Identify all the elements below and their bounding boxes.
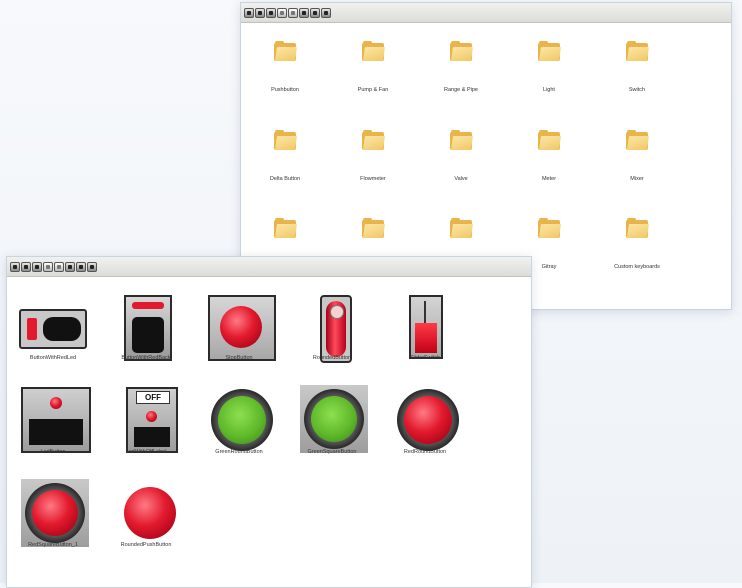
control-item-red-flat[interactable]: RoundedPushButton bbox=[100, 477, 192, 567]
control-item-slider-switch[interactable]: SliderSwitch bbox=[379, 291, 471, 381]
folder-item[interactable]: Meter bbox=[505, 130, 593, 182]
control-item-green-round[interactable]: GreenRoundButton bbox=[193, 383, 285, 473]
control-label: RoundedPushButton bbox=[120, 542, 172, 548]
folder-item[interactable]: Pushbutton bbox=[241, 41, 329, 93]
properties-icon[interactable] bbox=[54, 261, 64, 272]
folder-item[interactable]: Delta Button bbox=[241, 130, 329, 182]
folder-icon bbox=[274, 130, 297, 150]
control-label: GreenRoundButton bbox=[215, 449, 263, 455]
folder-icon bbox=[626, 41, 649, 61]
folder-item[interactable]: Pump & Fan bbox=[329, 41, 417, 93]
folder-icon bbox=[626, 218, 649, 238]
control-item-red-round[interactable]: RedRoundButton bbox=[379, 383, 471, 473]
grid-icon[interactable] bbox=[65, 261, 75, 272]
folder-icon bbox=[538, 130, 561, 150]
folder-item[interactable]: Range & Pipe bbox=[417, 41, 505, 93]
control-item-red-mushroom-square[interactable]: StopButton bbox=[193, 291, 285, 381]
save-icon[interactable] bbox=[21, 261, 31, 272]
print-preview-icon[interactable] bbox=[76, 261, 86, 272]
folder-label: Flowmeter bbox=[360, 176, 386, 182]
control-label: SliderSwitch bbox=[409, 355, 441, 361]
folder-icon bbox=[362, 130, 385, 150]
folder-icon bbox=[538, 218, 561, 238]
control-label: LedWithOffLabel bbox=[125, 449, 167, 455]
folder-icon bbox=[450, 218, 473, 238]
save-icon[interactable] bbox=[255, 7, 265, 18]
control-library-window: ButtonWithRedLed ButtonWithRedBack StopBut… bbox=[6, 256, 532, 588]
refresh-icon[interactable] bbox=[87, 261, 97, 272]
control-label: ButtonWithRedLed bbox=[29, 355, 77, 361]
off-label: OFF bbox=[136, 391, 170, 404]
refresh-icon[interactable] bbox=[321, 7, 331, 18]
folder-item[interactable]: Flowmeter bbox=[329, 130, 417, 182]
control-item-red-square[interactable]: RedSquareButton_1 bbox=[7, 477, 99, 567]
paste-icon[interactable] bbox=[277, 7, 287, 18]
control-item-red-black-stack[interactable]: ButtonWithRedBack bbox=[100, 291, 192, 381]
folder-item[interactable]: Valve bbox=[417, 130, 505, 182]
folder-label: Delta Button bbox=[269, 176, 301, 182]
control-item-green-square[interactable]: GreenSquareButton bbox=[286, 383, 378, 473]
control-label: RedRoundButton bbox=[403, 449, 447, 455]
control-label: RedSquareButton_1 bbox=[28, 542, 78, 548]
control-label: StopButton bbox=[225, 355, 253, 361]
copy-icon[interactable] bbox=[266, 7, 276, 18]
folder-icon bbox=[362, 41, 385, 61]
folder-label: Pump & Fan bbox=[357, 87, 389, 93]
control-label: RoundedButton bbox=[312, 355, 352, 361]
control-item-red-capsule[interactable]: RoundedButton bbox=[286, 291, 378, 381]
folder-icon bbox=[450, 130, 473, 150]
folder-icon bbox=[274, 218, 297, 238]
folder-label: Switch bbox=[628, 87, 646, 93]
folder-icon bbox=[362, 218, 385, 238]
folder-item[interactable]: Light bbox=[505, 41, 593, 93]
folder-label: Custom keyboards bbox=[614, 264, 660, 270]
printer-icon[interactable] bbox=[10, 261, 20, 272]
folder-browser-toolbar bbox=[241, 3, 731, 23]
folder-icon bbox=[450, 41, 473, 61]
folder-label: Light bbox=[543, 87, 555, 93]
control-label: ButtonWithRedBack bbox=[121, 355, 171, 361]
folder-label: Range & Pipe bbox=[444, 87, 478, 93]
properties-icon[interactable] bbox=[288, 7, 298, 18]
folder-icon bbox=[626, 130, 649, 150]
control-item-led-box[interactable]: LedButton bbox=[7, 383, 99, 473]
printer-icon[interactable] bbox=[244, 7, 254, 18]
folder-label: Mixer bbox=[630, 176, 644, 182]
control-label: GreenSquareButton bbox=[307, 449, 357, 455]
folder-item[interactable]: Switch bbox=[593, 41, 681, 93]
folder-item[interactable]: Custom keyboards bbox=[593, 218, 681, 270]
copy-icon[interactable] bbox=[32, 261, 42, 272]
folder-label: Meter bbox=[541, 176, 557, 182]
control-item-off-led-box[interactable]: OFF LedWithOffLabel bbox=[100, 383, 192, 473]
folder-label: Pushbutton bbox=[271, 87, 299, 93]
print-preview-icon[interactable] bbox=[310, 7, 320, 18]
control-label: LedButton bbox=[40, 449, 66, 455]
paste-icon[interactable] bbox=[43, 261, 53, 272]
control-library-toolbar bbox=[7, 257, 531, 277]
grid-icon[interactable] bbox=[299, 7, 309, 18]
folder-item[interactable]: Mixer bbox=[593, 130, 681, 182]
control-item-toggle-red-black[interactable]: ButtonWithRedLed bbox=[7, 291, 99, 381]
folder-icon bbox=[538, 41, 561, 61]
folder-label: Valve bbox=[454, 176, 468, 182]
folder-icon bbox=[274, 41, 297, 61]
